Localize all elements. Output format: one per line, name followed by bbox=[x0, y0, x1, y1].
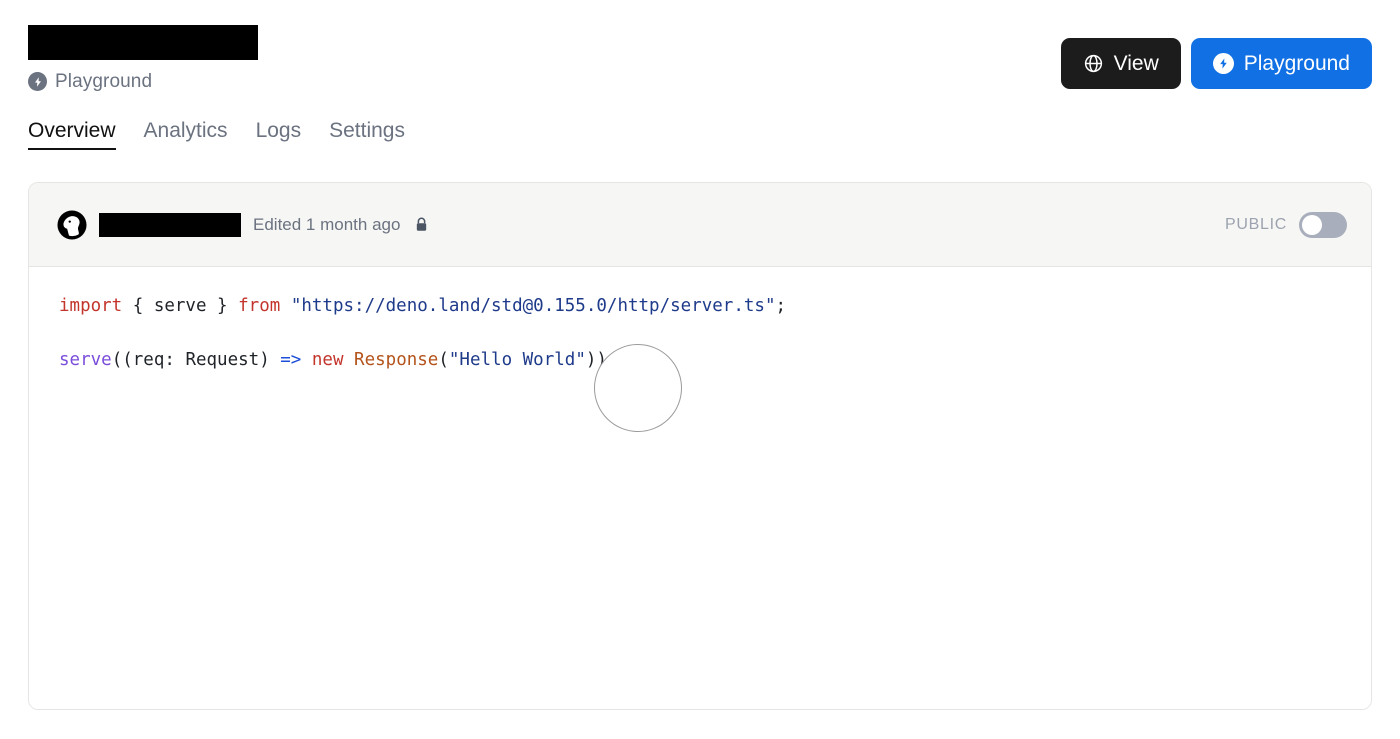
edited-timestamp: Edited 1 month ago bbox=[253, 215, 401, 234]
tab-settings[interactable]: Settings bbox=[329, 120, 405, 150]
lock-icon bbox=[414, 216, 429, 233]
view-button[interactable]: View bbox=[1060, 38, 1181, 89]
playground-button[interactable]: Playground bbox=[1190, 38, 1372, 89]
playground-button-label: Playground bbox=[1243, 51, 1350, 75]
token-arrow: => bbox=[280, 350, 302, 370]
redacted-project-name bbox=[28, 25, 258, 60]
page-title bbox=[28, 25, 258, 60]
token-new: new bbox=[311, 350, 344, 370]
token-paren: ( bbox=[438, 350, 449, 370]
token-identifier-serve: serve bbox=[153, 296, 207, 316]
token-import: import bbox=[59, 296, 123, 316]
tab-overview[interactable]: Overview bbox=[28, 120, 116, 150]
bolt-circle-icon bbox=[28, 72, 47, 91]
tab-logs[interactable]: Logs bbox=[256, 120, 302, 150]
token-tail: )); bbox=[585, 350, 618, 370]
deno-logo-icon bbox=[57, 209, 87, 240]
visibility-toggle[interactable] bbox=[1299, 211, 1347, 238]
token-semicolon: ; bbox=[775, 296, 787, 316]
token-params: ((req: Request) bbox=[111, 350, 281, 370]
token-from: from bbox=[238, 296, 281, 316]
token-brace-open: { bbox=[122, 296, 154, 316]
code-editor[interactable]: import { serve } from "https://deno.land… bbox=[29, 267, 1371, 709]
playground-overview-page: Playground View Playground Overview Anal… bbox=[0, 0, 1400, 739]
visibility-label: PUBLIC bbox=[1225, 215, 1287, 233]
bolt-circle-icon bbox=[1212, 53, 1234, 74]
page-subtitle: Playground bbox=[28, 72, 152, 91]
redacted-playground-name bbox=[99, 212, 241, 237]
globe-icon bbox=[1083, 53, 1104, 74]
playground-card: Edited 1 month ago PUBLIC import { serve… bbox=[28, 182, 1372, 710]
token-module-string: "https://deno.land/std@0.155.0/http/serv… bbox=[290, 296, 776, 316]
token-type-response: Response bbox=[354, 350, 439, 370]
token-hello-world-string: "Hello World" bbox=[448, 350, 586, 370]
code-line-1: import { serve } from "https://deno.land… bbox=[59, 293, 1371, 320]
card-header-left: Edited 1 month ago bbox=[57, 209, 429, 240]
code-line-2-blank bbox=[59, 320, 1371, 347]
token-function-serve: serve bbox=[59, 350, 112, 370]
tab-analytics[interactable]: Analytics bbox=[144, 120, 228, 150]
page-header: Playground View Playground bbox=[0, 0, 1400, 112]
code-line-3: serve((req: Request) => new Response("He… bbox=[59, 347, 1371, 374]
view-button-label: View bbox=[1113, 51, 1159, 75]
page-subtitle-label: Playground bbox=[55, 71, 153, 92]
toggle-knob bbox=[1302, 214, 1322, 235]
header-actions: View Playground bbox=[1060, 38, 1372, 89]
card-header: Edited 1 month ago PUBLIC bbox=[29, 183, 1371, 267]
token-brace-close: } bbox=[206, 296, 239, 316]
card-header-right: PUBLIC bbox=[1225, 211, 1347, 238]
tab-bar: Overview Analytics Logs Settings bbox=[28, 120, 405, 150]
